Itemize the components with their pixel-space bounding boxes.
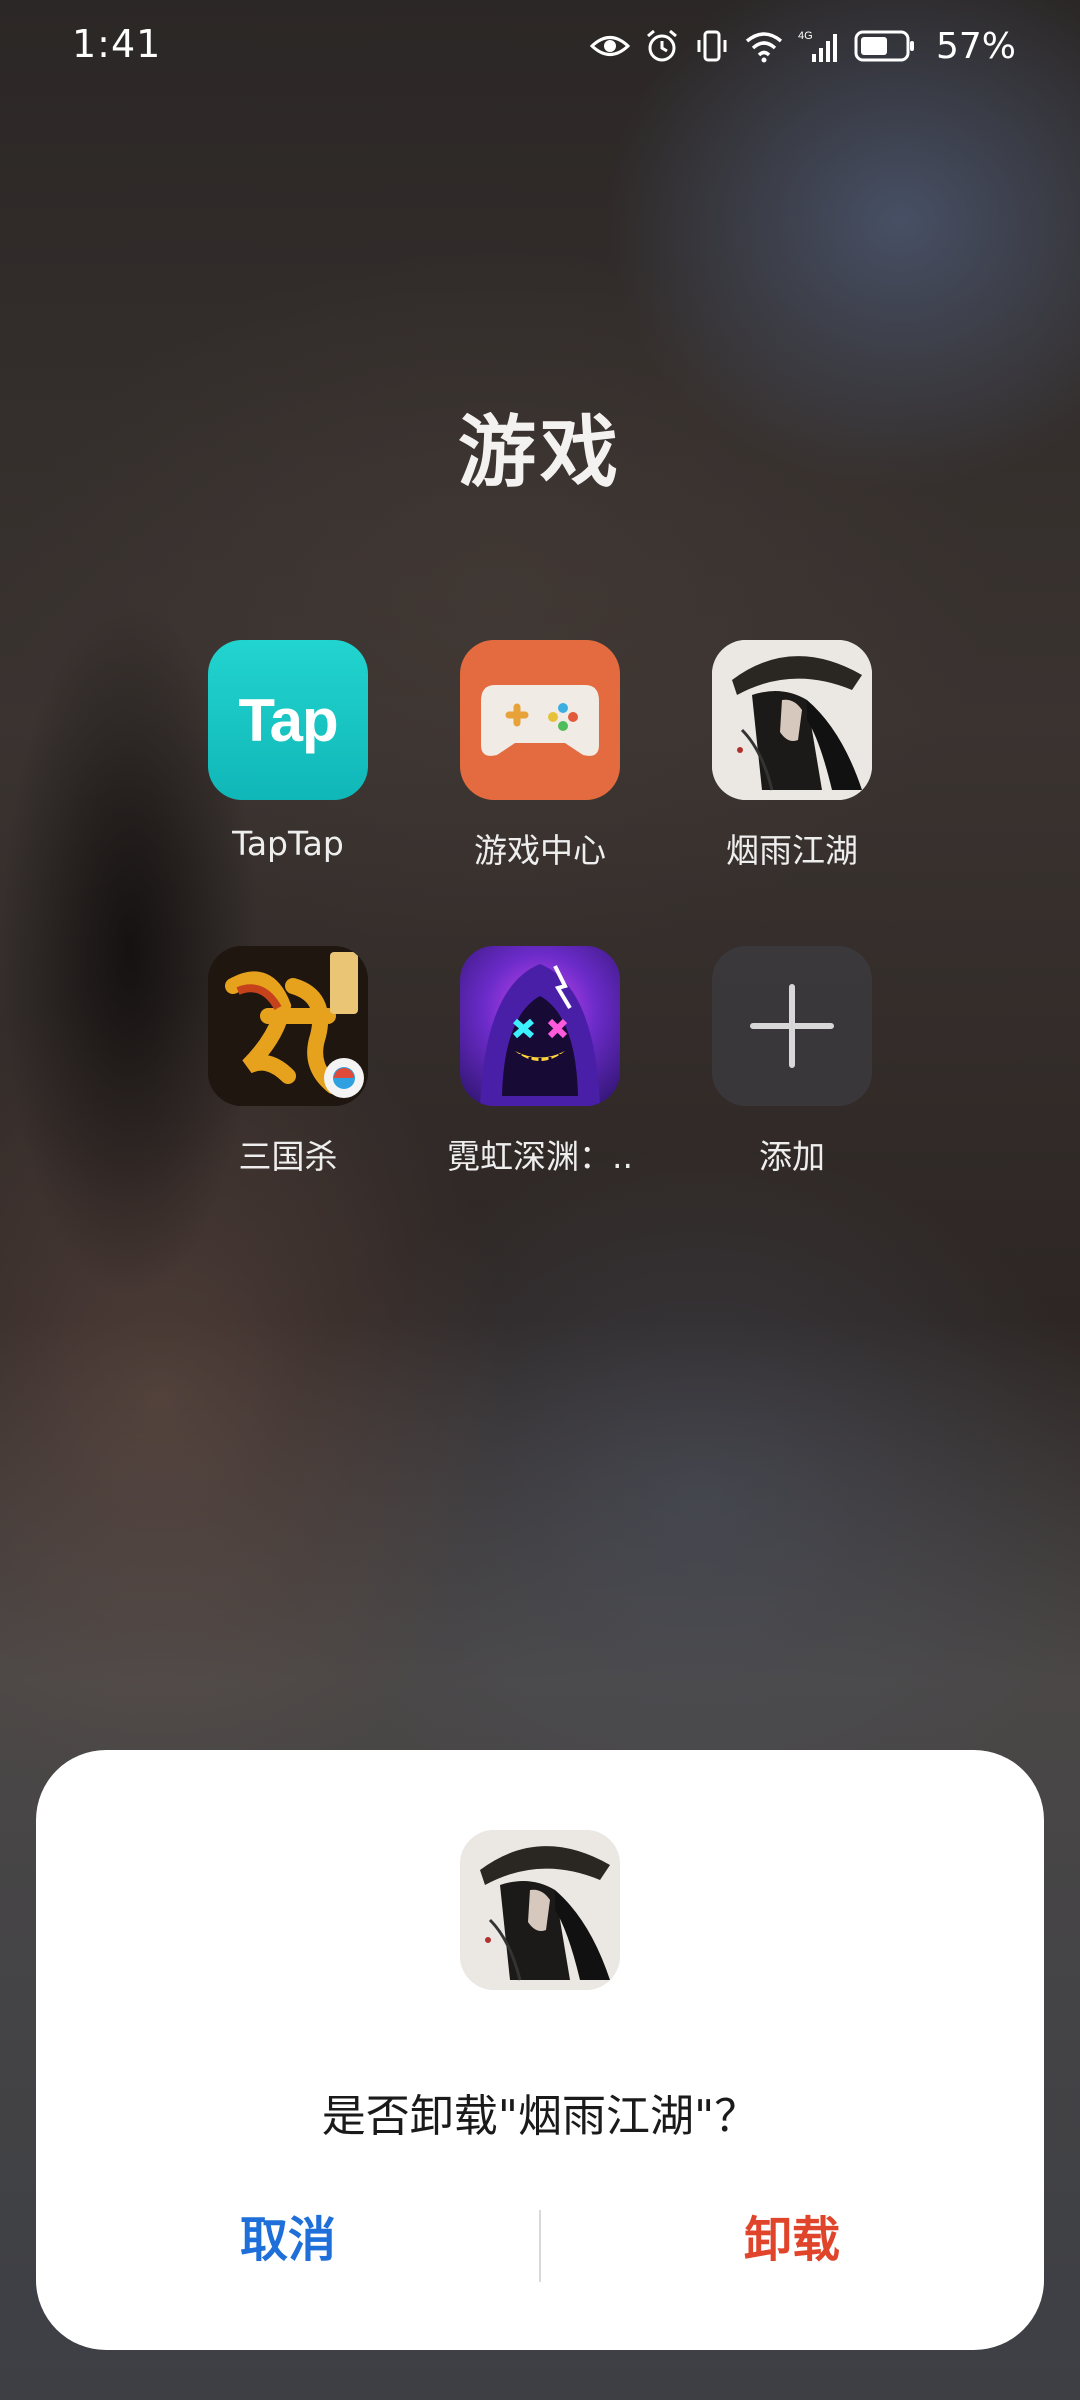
app-label: 添加 (759, 1137, 825, 1176)
taptap-logo-text: Tap (238, 686, 338, 754)
app-sanguosha[interactable]: 三国杀 (163, 946, 413, 1178)
game-center-icon[interactable] (460, 640, 620, 800)
app-add[interactable]: 添加 (667, 946, 917, 1178)
vibrate-icon (694, 28, 730, 64)
yanyu-jianghu-icon (460, 1830, 620, 1990)
battery-percent: 57% (935, 25, 1016, 67)
status-icons: 4G 57% (589, 22, 1016, 70)
app-label: 游戏中心 (474, 831, 606, 870)
taptap-icon[interactable]: Tap (208, 640, 368, 800)
neon-abyss-icon[interactable] (460, 946, 620, 1106)
uninstall-button[interactable]: 卸载 (540, 2190, 1044, 2280)
uninstall-dialog: 是否卸载"烟雨江湖"？ 取消 卸载 (36, 1750, 1044, 2350)
app-label: TapTap (232, 824, 344, 863)
wifi-icon (744, 29, 784, 63)
signal-icon: 4G (798, 28, 840, 64)
status-bar: 1:41 4G 57% (0, 0, 1080, 96)
network-type: 4G (798, 30, 813, 42)
folder-title: 游戏 (457, 408, 622, 498)
eye-icon (589, 31, 630, 61)
app-label: 霓虹深渊：.. (447, 1137, 633, 1176)
sanguosha-icon[interactable] (208, 946, 368, 1106)
app-yanyu-jianghu[interactable]: 烟雨江湖 (667, 640, 917, 872)
status-time: 1:41 (72, 22, 162, 66)
app-game-center[interactable]: 游戏中心 (415, 640, 665, 872)
app-neon-abyss[interactable]: 霓虹深渊：.. (415, 946, 665, 1178)
app-label: 三国杀 (238, 1137, 338, 1176)
app-taptap[interactable]: Tap TapTap (163, 640, 413, 863)
add-icon[interactable] (712, 946, 872, 1106)
cancel-button[interactable]: 取消 (36, 2190, 540, 2280)
yanyu-jianghu-icon[interactable] (712, 640, 872, 800)
dialog-message: 是否卸载"烟雨江湖"？ (321, 2091, 759, 2142)
battery-icon (854, 29, 916, 63)
app-label: 烟雨江湖 (726, 831, 858, 870)
alarm-icon (644, 28, 680, 64)
